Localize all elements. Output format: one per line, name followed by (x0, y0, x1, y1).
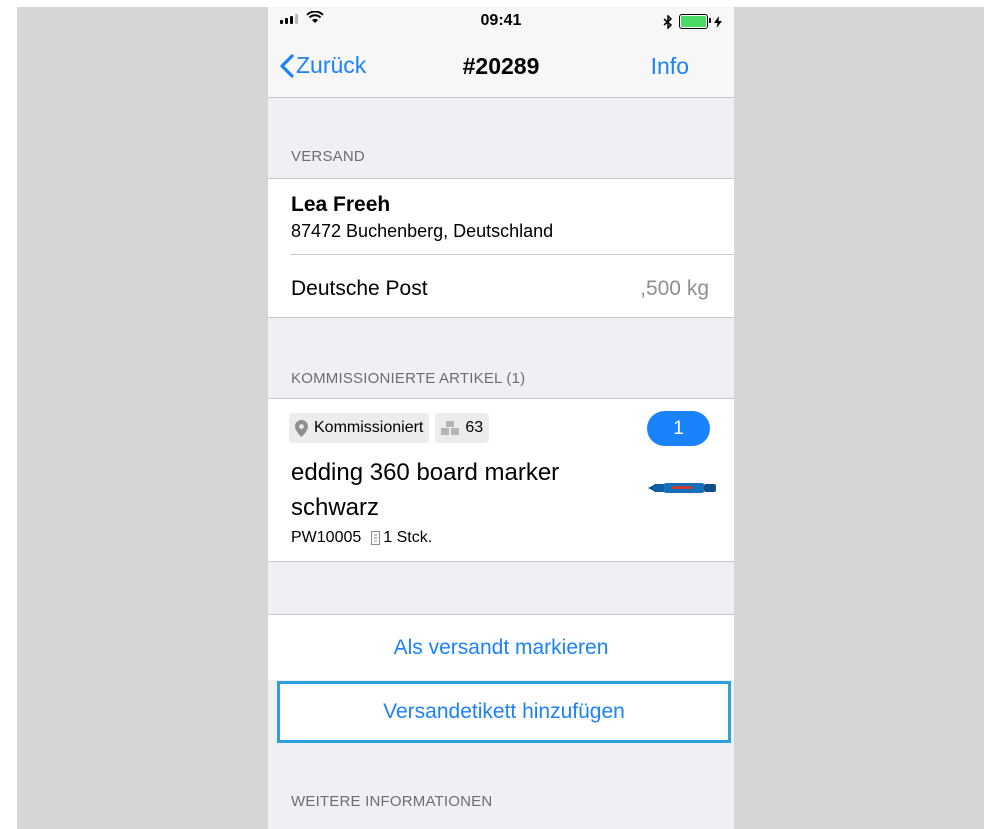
section-header-picked-items: KOMMISSIONIERTE ARTIKEL (1) (291, 370, 526, 387)
info-button[interactable]: Info (651, 53, 689, 80)
weight-value: ,500 kg (640, 277, 709, 300)
phone-screen: 09:41 Zurück #20289 Info VERSAND Lea Fre… (268, 7, 734, 829)
stock-count: 63 (465, 419, 484, 436)
item-meta: PW10005 1 Stck. (291, 529, 432, 547)
add-shipping-label-button[interactable]: Versandetikett hinzufügen (277, 681, 731, 743)
stock-chip: 63 (435, 413, 490, 443)
item-quantity: 1 Stck. (371, 529, 432, 547)
location-label: Kommissioniert (314, 419, 424, 436)
item-sku: PW10005 (291, 529, 362, 546)
row-separator (291, 254, 734, 255)
picked-item[interactable]: Kommissioniert 63 1 edding 360 board mar… (268, 398, 734, 562)
shipping-group: Lea Freeh 87472 Buchenberg, Deutschland … (268, 178, 734, 318)
quantity-label: 1 Stck. (383, 529, 433, 546)
quantity-badge: 1 (647, 411, 710, 446)
charging-bolt-icon (714, 15, 722, 28)
stock-boxes-icon (441, 421, 460, 435)
unit-icon (371, 531, 381, 545)
location-chip: Kommissioniert (289, 413, 430, 443)
recipient-address: 87472 Buchenberg, Deutschland (291, 221, 554, 241)
status-right (663, 14, 722, 29)
section-header-shipping: VERSAND (291, 148, 365, 165)
product-thumbnail (648, 483, 716, 493)
item-chips: Kommissioniert 63 (289, 413, 490, 443)
navigation-bar: Zurück #20289 Info (268, 35, 734, 98)
status-bar: 09:41 (268, 7, 734, 35)
recipient-name: Lea Freeh (291, 193, 391, 216)
location-pin-icon (295, 419, 308, 437)
carrier-row[interactable]: Deutsche Post (291, 277, 428, 301)
battery-icon (679, 14, 711, 29)
item-title: edding 360 board marker schwarz (291, 459, 560, 521)
section-header-more-info: WEITERE INFORMATIONEN (291, 793, 493, 810)
bluetooth-icon (663, 14, 673, 29)
mark-shipped-button[interactable]: Als versandt markieren (268, 614, 734, 680)
